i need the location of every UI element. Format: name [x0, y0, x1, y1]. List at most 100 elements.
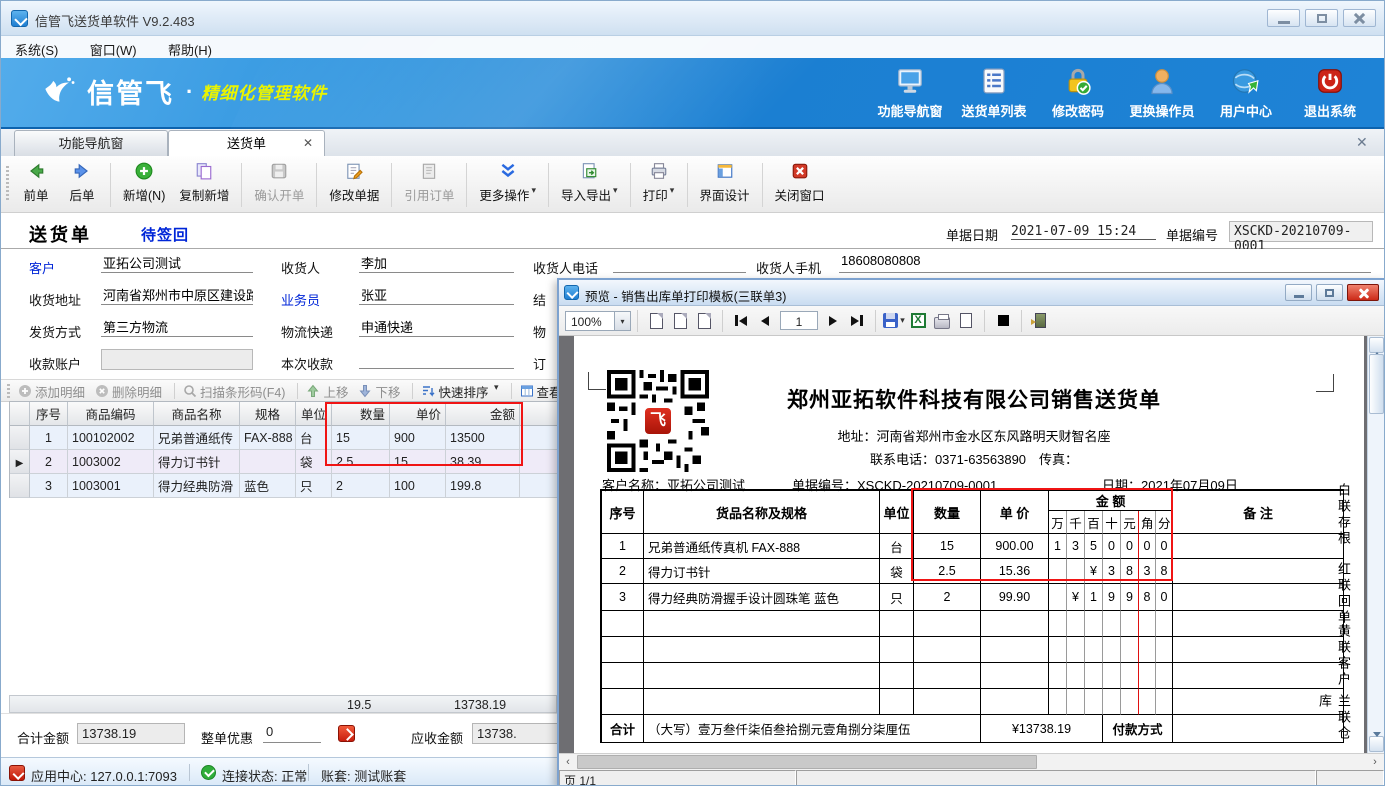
tab-close-icon[interactable]: ✕: [302, 137, 314, 149]
scroll-down-button[interactable]: [1369, 736, 1384, 752]
salesman-field[interactable]: 张亚: [359, 285, 514, 305]
prev-page-button[interactable]: [753, 309, 777, 333]
preview-horizontal-scrollbar[interactable]: ‹ ›: [559, 753, 1384, 770]
quick-sort-button[interactable]: 快速排序 ▾: [421, 382, 498, 401]
save-button[interactable]: ▾: [882, 309, 906, 333]
col-spec[interactable]: 规格: [240, 402, 296, 426]
menu-system[interactable]: 系统(S): [1, 36, 72, 59]
customer-field[interactable]: 亚拓公司测试: [101, 253, 253, 273]
col-qty[interactable]: 数量: [332, 402, 390, 426]
banner-sheen: [228, 38, 938, 135]
preview-restore-button[interactable]: [1316, 284, 1343, 301]
preview-vertical-scrollbar[interactable]: [1367, 336, 1384, 753]
page-width-icon: [674, 313, 687, 329]
close-button[interactable]: [1343, 9, 1376, 27]
minimize-button[interactable]: [1267, 9, 1300, 27]
maximize-button[interactable]: [1305, 9, 1338, 27]
ui-design-button[interactable]: 界面设计: [693, 160, 757, 206]
account-field[interactable]: [101, 349, 253, 370]
col-price[interactable]: 单价: [390, 402, 446, 426]
address-field[interactable]: 河南省郑州市中原区建设路: [101, 285, 253, 305]
payment-field[interactable]: [359, 349, 514, 369]
receiver-field[interactable]: 李加: [359, 253, 514, 273]
copy-add-button[interactable]: 复制新增: [172, 160, 236, 206]
discount-field[interactable]: 0: [263, 724, 321, 743]
preview-title: 预览 - 销售出库单打印模板(三联单3): [585, 286, 786, 305]
hscroll-thumb[interactable]: [577, 755, 1037, 769]
more-actions-button[interactable]: 更多操作▾: [472, 160, 543, 206]
banner-action-nav[interactable]: 功能导航窗: [868, 66, 952, 120]
preview-toolbar: 100%▾ 1 ▾ X: [559, 306, 1384, 336]
salesman-label[interactable]: 业务员: [281, 290, 320, 309]
zoom-select[interactable]: 100%▾: [565, 311, 631, 331]
banner-action-usercenter[interactable]: 用户中心: [1204, 66, 1288, 120]
printer-icon: [934, 317, 950, 329]
page-whole-button[interactable]: [644, 309, 668, 333]
banner-action-exit[interactable]: 退出系统: [1288, 66, 1372, 120]
col-code[interactable]: 商品编码: [68, 402, 154, 426]
add-detail-button[interactable]: 添加明细: [18, 382, 85, 401]
modify-order-button[interactable]: 修改单据: [322, 160, 386, 206]
scroll-right-button[interactable]: ›: [1367, 755, 1383, 770]
blank-page-button[interactable]: [954, 309, 978, 333]
scroll-up-button[interactable]: [1369, 337, 1384, 353]
import-export-button[interactable]: 导入导出▾: [554, 160, 625, 206]
delete-detail-button[interactable]: 删除明细: [95, 382, 162, 401]
last-page-button[interactable]: [845, 309, 869, 333]
ref-order-button[interactable]: 引用订单: [397, 160, 461, 206]
prev-order-button[interactable]: 前单: [13, 160, 59, 206]
logistics-field[interactable]: 申通快递: [359, 317, 514, 337]
col-no[interactable]: 序号: [30, 402, 68, 426]
print-button-preview[interactable]: [930, 309, 954, 333]
tab-nav-window[interactable]: 功能导航窗: [14, 130, 168, 156]
add-new-button[interactable]: 新增(N): [116, 160, 172, 206]
scroll-left-button[interactable]: ‹: [560, 755, 576, 770]
connection-status: 连接状态: 正常: [222, 766, 307, 785]
menu-window[interactable]: 窗口(W): [76, 36, 151, 59]
confirm-order-button[interactable]: 确认开单: [247, 160, 311, 206]
order-date-field[interactable]: 2021-07-09 15:24: [1011, 224, 1156, 240]
next-page-button[interactable]: [821, 309, 845, 333]
phone-field[interactable]: [613, 253, 746, 273]
banner-action-password[interactable]: 修改密码: [1036, 66, 1120, 120]
export-excel-button[interactable]: X: [906, 309, 930, 333]
page-100-button[interactable]: [692, 309, 716, 333]
col-name[interactable]: 商品名称: [154, 402, 240, 426]
close-window-button[interactable]: 关闭窗口: [768, 160, 832, 206]
preview-minimize-button[interactable]: [1285, 284, 1312, 301]
grid-row-2-selected[interactable]: ▶ 2 1003002 得力订书针 袋 2.5 15 38.39: [10, 450, 558, 474]
doc-col-qty: 数量: [914, 491, 981, 534]
move-up-button[interactable]: 上移: [306, 382, 348, 401]
mobile-field[interactable]: 18608080808: [839, 253, 1371, 273]
col-amount[interactable]: 金额: [446, 402, 520, 426]
print-button[interactable]: 打印▾: [636, 160, 682, 206]
scroll-thumb[interactable]: [1369, 354, 1384, 414]
view-button[interactable]: 查看: [520, 382, 562, 401]
grid-row-1[interactable]: 1 100102002 兄弟普通纸传 FAX-888 台 15 900 1350…: [10, 426, 558, 450]
tab-delivery-order[interactable]: 送货单 ✕: [168, 130, 325, 156]
preview-title-bar[interactable]: 预览 - 销售出库单打印模板(三联单3): [559, 280, 1384, 306]
chevron-down-icon[interactable]: ▾: [614, 312, 630, 330]
stop-button[interactable]: [991, 309, 1015, 333]
page-width-button[interactable]: [668, 309, 692, 333]
col-unit[interactable]: 单位: [296, 402, 332, 426]
page-number-input[interactable]: 1: [780, 311, 818, 330]
grid-row-3[interactable]: 3 1003001 得力经典防滑 蓝色 只 2 100 199.8: [10, 474, 558, 498]
calculator-icon[interactable]: [338, 725, 355, 742]
window-title: 信管飞送货单软件 V9.2.483: [35, 11, 195, 30]
order-ref-label-partial: 订: [533, 354, 546, 373]
scan-barcode-button[interactable]: 扫描条形码(F4): [183, 382, 285, 401]
next-order-button[interactable]: 后单: [59, 160, 105, 206]
exit-preview-button[interactable]: [1028, 309, 1052, 333]
table-view-icon: [520, 384, 534, 398]
banner-action-list[interactable]: 送货单列表: [952, 66, 1036, 120]
ship-field[interactable]: 第三方物流: [101, 317, 253, 337]
first-page-button[interactable]: [729, 309, 753, 333]
customer-label[interactable]: 客户: [29, 258, 55, 277]
preview-close-button[interactable]: [1347, 284, 1379, 301]
menu-help[interactable]: 帮助(H): [154, 36, 226, 59]
move-down-button[interactable]: 下移: [358, 382, 400, 401]
banner-action-operator[interactable]: 更换操作员: [1120, 66, 1204, 120]
tabstrip-close-icon[interactable]: ✕: [1356, 135, 1370, 149]
preview-app-icon: [564, 285, 579, 300]
